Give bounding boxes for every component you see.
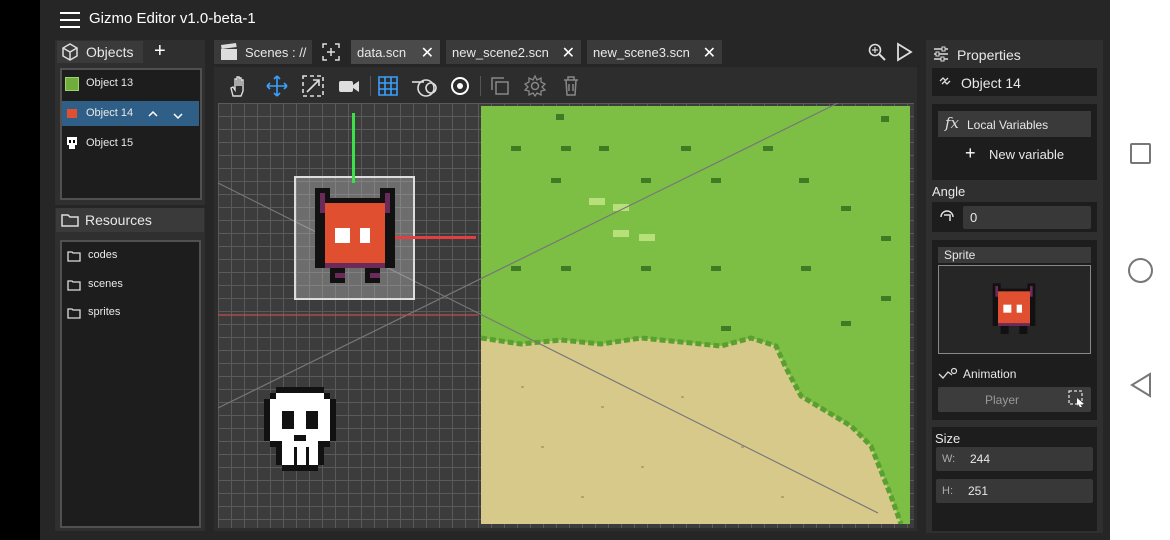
folder-item-sprites[interactable] bbox=[64, 303, 194, 323]
duplicate-icon[interactable] bbox=[488, 74, 512, 98]
skull-sprite[interactable] bbox=[258, 386, 342, 472]
local-variables-label: Local Variables bbox=[967, 118, 1049, 132]
angle-value: 0 bbox=[970, 210, 978, 225]
width-label: W: bbox=[942, 453, 956, 465]
object-label: Object 15 bbox=[86, 137, 134, 149]
hand-tool-icon[interactable] bbox=[226, 74, 250, 98]
folder-label: scenes bbox=[88, 278, 123, 290]
plus-icon[interactable]: + bbox=[965, 143, 976, 164]
function-icon: fx bbox=[945, 114, 960, 132]
folder-label: codes bbox=[88, 249, 118, 261]
animation-icon bbox=[938, 366, 958, 387]
zoom-icon[interactable] bbox=[868, 43, 886, 66]
width-value: 244 bbox=[970, 452, 991, 466]
grass-thumbnail-icon bbox=[65, 77, 79, 91]
size-label: Size bbox=[935, 431, 961, 446]
move-down-icon[interactable] bbox=[173, 108, 183, 126]
folder-item-codes[interactable] bbox=[64, 246, 194, 266]
new-variable-button[interactable]: New variable bbox=[989, 147, 1064, 162]
scenes-path: Scenes : // bbox=[245, 45, 307, 60]
monster-sprite[interactable] bbox=[310, 187, 400, 289]
x-axis-gizmo[interactable] bbox=[390, 236, 476, 239]
folder-icon bbox=[61, 212, 79, 233]
folder-icon bbox=[67, 249, 81, 267]
height-label: H: bbox=[942, 485, 953, 497]
scene-tab-label: new_scene3.scn bbox=[593, 44, 690, 60]
target-icon[interactable] bbox=[448, 74, 472, 98]
cube-icon bbox=[61, 43, 79, 66]
scene-tab-new-scene2[interactable]: new_scene2.scn ✕ bbox=[446, 40, 581, 64]
resources-header: Resources bbox=[85, 212, 152, 228]
back-button[interactable] bbox=[1129, 372, 1153, 403]
folder-icon bbox=[67, 306, 81, 324]
play-icon[interactable] bbox=[895, 42, 913, 67]
scene-tab-label: new_scene2.scn bbox=[452, 44, 549, 60]
skull-icon bbox=[65, 136, 79, 155]
rotate-icon bbox=[938, 208, 956, 231]
scene-tab-data[interactable]: data.scn ✕ bbox=[351, 40, 440, 64]
folder-item-scenes[interactable] bbox=[64, 275, 194, 295]
angle-input[interactable] bbox=[963, 206, 1091, 229]
link-icon bbox=[938, 74, 952, 93]
camera-icon[interactable] bbox=[337, 74, 361, 98]
close-icon[interactable]: ✕ bbox=[703, 43, 716, 63]
menu-icon[interactable] bbox=[60, 12, 80, 28]
height-value: 251 bbox=[968, 484, 989, 498]
angle-label: Angle bbox=[932, 184, 966, 199]
sprite-label: Sprite bbox=[944, 248, 976, 262]
object-label: Object 13 bbox=[86, 77, 134, 89]
recents-button[interactable] bbox=[1130, 143, 1151, 164]
app-title: Gizmo Editor v1.0-beta-1 bbox=[89, 10, 256, 27]
object-label: Object 14 bbox=[86, 107, 134, 119]
add-object-button[interactable]: + bbox=[154, 40, 166, 63]
height-input[interactable] bbox=[936, 479, 1093, 503]
grid-icon[interactable] bbox=[376, 74, 400, 98]
move-up-icon[interactable] bbox=[148, 106, 158, 124]
move-tool-icon[interactable] bbox=[265, 74, 289, 98]
select-cursor-icon[interactable] bbox=[1068, 390, 1086, 413]
snap-icon[interactable] bbox=[410, 74, 438, 98]
scene-tab-label: data.scn bbox=[357, 44, 407, 60]
close-icon[interactable]: ✕ bbox=[562, 43, 575, 63]
close-icon[interactable]: ✕ bbox=[421, 43, 434, 63]
toolbar-divider bbox=[480, 76, 481, 96]
sprite-preview-image bbox=[992, 283, 1036, 334]
animation-label: Animation bbox=[963, 367, 1017, 381]
scale-tool-icon[interactable] bbox=[301, 74, 325, 98]
objects-header: Objects bbox=[86, 44, 134, 60]
scene-tab-new-scene3[interactable]: new_scene3.scn ✕ bbox=[587, 40, 722, 64]
width-input[interactable] bbox=[936, 447, 1093, 471]
monster-thumbnail-icon bbox=[67, 109, 77, 118]
new-scene-icon[interactable] bbox=[322, 43, 340, 66]
properties-header: Properties bbox=[957, 47, 1021, 63]
home-button[interactable] bbox=[1128, 258, 1153, 283]
toolbar-divider bbox=[370, 76, 371, 96]
folder-label: sprites bbox=[88, 306, 121, 318]
animation-value: Player bbox=[985, 393, 1020, 407]
folder-icon bbox=[67, 278, 81, 296]
gear-icon[interactable] bbox=[523, 74, 547, 98]
clapperboard-icon bbox=[220, 43, 238, 66]
y-axis-gizmo[interactable] bbox=[352, 113, 355, 183]
object-name: Object 14 bbox=[961, 75, 1021, 91]
sliders-icon bbox=[933, 46, 949, 67]
trash-icon[interactable] bbox=[559, 74, 583, 98]
